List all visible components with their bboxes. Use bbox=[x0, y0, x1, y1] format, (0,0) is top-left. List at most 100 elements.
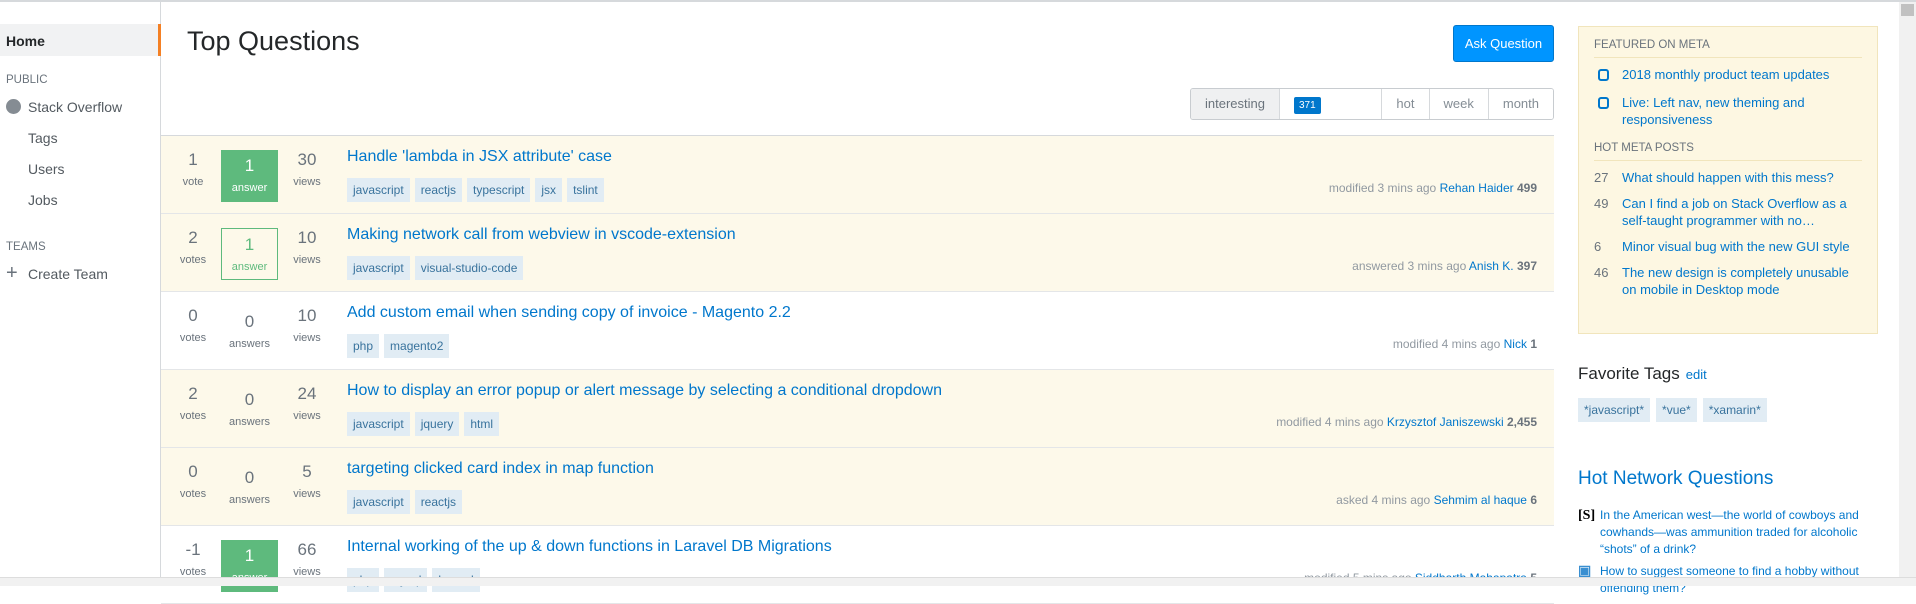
answer-count: 1answer bbox=[221, 228, 278, 280]
question-title-link[interactable]: Internal working of the up & down functi… bbox=[347, 538, 832, 556]
tab-week[interactable]: week bbox=[1428, 89, 1488, 119]
question-row: -1votes 1answer 66views Internal working… bbox=[161, 526, 1554, 604]
tab-hot[interactable]: hot bbox=[1381, 89, 1429, 119]
nav-home[interactable]: Home bbox=[0, 24, 161, 56]
featured-link[interactable]: Live: Left nav, new theming and responsi… bbox=[1622, 94, 1862, 128]
nav-tags[interactable]: Tags bbox=[28, 130, 58, 146]
favorite-tag[interactable]: *xamarin* bbox=[1702, 398, 1767, 422]
question-row: 1 vote 1 answer 30 views Handle 'lambda in … bbox=[161, 136, 1554, 214]
hot-meta-heading: HOT META POSTS bbox=[1594, 142, 1862, 161]
user-link[interactable]: Anish K. bbox=[1469, 259, 1514, 273]
nav-jobs[interactable]: Jobs bbox=[28, 192, 58, 208]
user-link[interactable]: Rehan Haider bbox=[1440, 181, 1514, 195]
tag[interactable]: javascript bbox=[347, 178, 410, 202]
tag[interactable]: reactjs bbox=[414, 178, 463, 202]
left-nav: Home PUBLIC Stack Overflow Tags Users Jo… bbox=[0, 2, 161, 586]
user-reputation: 397 bbox=[1516, 259, 1537, 273]
tag[interactable]: jquery bbox=[414, 412, 460, 436]
horizontal-scrollbar[interactable] bbox=[0, 577, 1916, 586]
tag[interactable]: magento2 bbox=[384, 334, 450, 358]
view-count: 10 views bbox=[293, 228, 321, 266]
question-title-link[interactable]: Making network call from webview in vsco… bbox=[347, 226, 736, 244]
hot-meta-score: 27 bbox=[1594, 170, 1609, 185]
right-sidebar: FEATURED ON META 2018 monthly product te… bbox=[1578, 26, 1878, 595]
view-count: 66 views bbox=[293, 540, 321, 578]
favorite-tags-edit-link[interactable]: edit bbox=[1686, 367, 1707, 382]
tag[interactable]: php bbox=[347, 334, 380, 358]
ask-question-button[interactable]: Ask Question bbox=[1453, 25, 1554, 62]
meta-bubble-icon bbox=[1598, 69, 1609, 81]
tab-month[interactable]: month bbox=[1487, 89, 1553, 119]
hnq-link[interactable]: In the American west—the world of cowboy… bbox=[1600, 507, 1878, 558]
tab-featured[interactable]: 371featured bbox=[1278, 89, 1382, 119]
tag[interactable]: jsx bbox=[535, 178, 563, 202]
question-tags: javascript reactjs typescript jsx tslint bbox=[347, 178, 604, 202]
globe-icon bbox=[6, 99, 21, 114]
favorite-tag[interactable]: *javascript* bbox=[1578, 398, 1651, 422]
question-list: 1 vote 1 answer 30 views Handle 'lambda in … bbox=[161, 135, 1554, 604]
tag[interactable]: javascript bbox=[347, 412, 410, 436]
vote-count: -1 votes bbox=[179, 540, 207, 578]
hot-meta-link[interactable]: Can I find a job on Stack Overflow as a … bbox=[1622, 195, 1862, 229]
hot-meta-item: 49 Can I find a job on Stack Overflow as … bbox=[1594, 195, 1862, 229]
favorite-tag[interactable]: *vue* bbox=[1656, 398, 1697, 422]
tag[interactable]: javascript bbox=[347, 256, 410, 280]
question-meta: asked 4 mins ago Sehmim al haque 6 bbox=[1336, 493, 1537, 507]
featured-link[interactable]: 2018 monthly product team updates bbox=[1622, 66, 1829, 85]
hot-meta-item: 46 The new design is completely unusable … bbox=[1594, 264, 1862, 298]
tag[interactable]: typescript bbox=[467, 178, 531, 202]
user-reputation: 2,455 bbox=[1506, 415, 1537, 429]
question-tags: javascript visual-studio-code bbox=[347, 256, 524, 280]
question-title-link[interactable]: How to display an error popup or alert m… bbox=[347, 382, 942, 400]
tab-interesting[interactable]: interesting bbox=[1191, 89, 1279, 119]
view-count: 30 views bbox=[293, 150, 321, 188]
user-link[interactable]: Nick bbox=[1504, 337, 1527, 351]
question-row: 2 votes 0 answers 24 views How to display a… bbox=[161, 370, 1554, 448]
question-meta: answered 3 mins ago Anish K. 397 bbox=[1352, 259, 1537, 273]
user-reputation: 6 bbox=[1530, 493, 1537, 507]
tag[interactable]: visual-studio-code bbox=[414, 256, 524, 280]
nav-users[interactable]: Users bbox=[28, 161, 65, 177]
nav-section-public: PUBLIC bbox=[6, 74, 48, 86]
user-link[interactable]: Krzysztof Janiszewski bbox=[1387, 415, 1504, 429]
tag[interactable]: javascript bbox=[347, 490, 410, 514]
user-link[interactable]: Sehmim al haque bbox=[1434, 493, 1527, 507]
question-title-link[interactable]: Add custom email when sending copy of in… bbox=[347, 304, 791, 322]
vertical-scrollbar[interactable] bbox=[1899, 2, 1916, 577]
hot-meta-item: 6 Minor visual bug with the new GUI style bbox=[1594, 238, 1862, 255]
question-row: 0 votes 0 answers 5 views targeting clicked… bbox=[161, 448, 1554, 526]
hot-meta-score: 6 bbox=[1594, 239, 1602, 254]
featured-heading: FEATURED ON META bbox=[1594, 39, 1862, 58]
meta-bubble-icon bbox=[1598, 97, 1609, 109]
vote-count: 2 votes bbox=[179, 228, 207, 266]
hot-meta-link[interactable]: The new design is completely unusable on… bbox=[1622, 264, 1862, 298]
hot-meta-item: 27 What should happen with this mess? bbox=[1594, 169, 1862, 186]
question-tags: javascript reactjs bbox=[347, 490, 463, 514]
view-count: 10 views bbox=[293, 306, 321, 344]
hot-meta-link[interactable]: Minor visual bug with the new GUI style bbox=[1622, 238, 1850, 255]
question-filter-tabs: interesting 371featured hot week month bbox=[1190, 88, 1554, 120]
vote-count: 2 votes bbox=[179, 384, 207, 422]
answer-count: 0 answers bbox=[229, 390, 270, 428]
hot-network-questions-heading[interactable]: Hot Network Questions bbox=[1578, 468, 1773, 490]
view-count: 24 views bbox=[293, 384, 321, 422]
hot-meta-score: 49 bbox=[1594, 196, 1609, 211]
question-title-link[interactable]: Handle 'lambda in JSX attribute' case bbox=[347, 148, 612, 166]
user-reputation: 499 bbox=[1516, 181, 1537, 195]
tag[interactable]: html bbox=[464, 412, 500, 436]
question-meta: modified 4 mins ago Nick 1 bbox=[1392, 337, 1537, 351]
tag[interactable]: tslint bbox=[567, 178, 604, 202]
question-title-link[interactable]: targeting clicked card index in map func… bbox=[347, 460, 654, 478]
nav-create-team[interactable]: Create Team bbox=[28, 266, 108, 282]
tag[interactable]: reactjs bbox=[414, 490, 463, 514]
featured-on-meta-box: FEATURED ON META 2018 monthly product te… bbox=[1578, 26, 1878, 334]
favorite-tags-title: Favorite Tags bbox=[1578, 364, 1680, 383]
answer-count: 0 answers bbox=[229, 312, 270, 350]
hot-meta-link[interactable]: What should happen with this mess? bbox=[1622, 169, 1834, 186]
plus-icon: + bbox=[6, 262, 18, 284]
nav-stackoverflow[interactable]: Stack Overflow bbox=[28, 99, 122, 115]
question-tags: javascript jquery html bbox=[347, 412, 500, 436]
scroll-up-arrow[interactable] bbox=[1901, 4, 1914, 16]
question-row: 0 votes 0 answers 10 views Add custom email… bbox=[161, 292, 1554, 370]
question-meta: modified 4 mins ago Krzysztof Janiszewsk… bbox=[1276, 415, 1537, 429]
